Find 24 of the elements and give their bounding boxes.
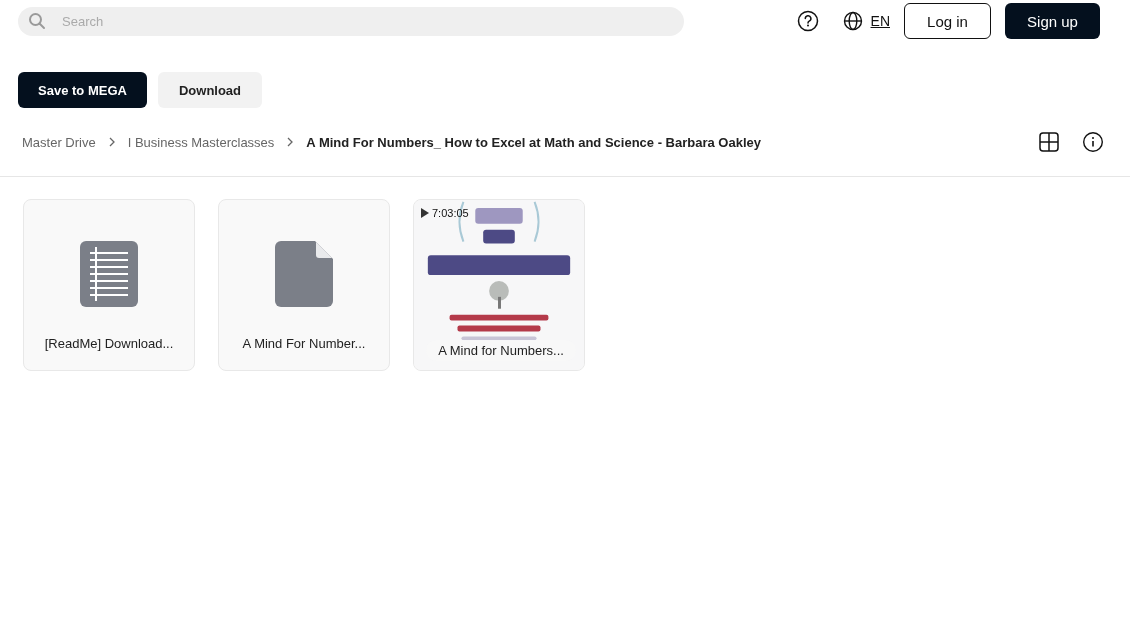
file-icon — [275, 241, 333, 307]
file-card[interactable]: [ReadMe] Download... — [23, 199, 195, 371]
grid-view-icon[interactable] — [1038, 131, 1060, 153]
file-name: A Mind For Number... — [241, 336, 367, 353]
play-icon — [421, 208, 429, 218]
language-link[interactable]: EN — [870, 13, 890, 29]
save-button[interactable]: Save to MEGA — [18, 72, 147, 108]
info-icon[interactable] — [1082, 131, 1104, 153]
chevron-icon — [107, 137, 116, 147]
breadcrumb-item[interactable]: I Business Masterclasses — [127, 134, 275, 150]
file-card[interactable]: A Mind For Number... — [218, 199, 390, 371]
duration-text: 7:03:05 — [432, 207, 469, 219]
chevron-icon — [286, 137, 295, 147]
search-field[interactable]: Search — [18, 6, 684, 36]
file-card[interactable]: 7:03:05 A Mind for Numbers... — [413, 199, 585, 371]
breadcrumb-item[interactable]: Master Drive — [22, 134, 96, 150]
breadcrumb-item[interactable]: A Mind For Numbers_ How to Excel at Math and Science - Barbara Oakley — [306, 134, 761, 150]
log-in-button[interactable]: Log in — [904, 3, 991, 39]
sign-up-button[interactable]: Sign up — [1005, 3, 1100, 39]
globe-icon[interactable] — [842, 11, 863, 31]
help-icon[interactable] — [796, 10, 819, 32]
text-file-icon — [80, 241, 138, 307]
download-button[interactable]: Download — [158, 72, 262, 108]
file-name: [ReadMe] Download... — [43, 336, 175, 353]
